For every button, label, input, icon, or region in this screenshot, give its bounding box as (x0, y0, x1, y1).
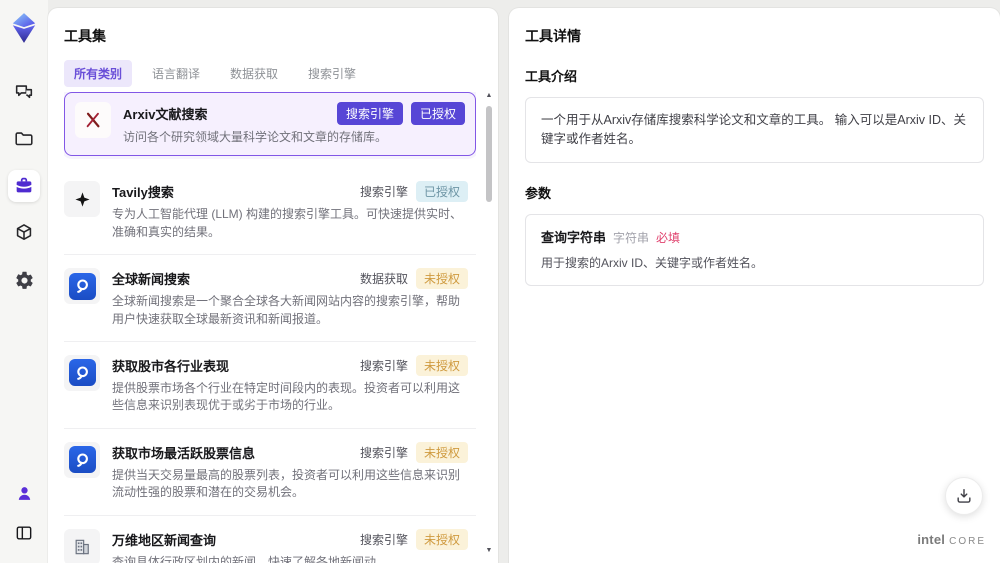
tool-auth-badge: 未授权 (415, 268, 468, 290)
tab-data-fetching[interactable]: 数据获取 (220, 60, 288, 87)
category-tabs: 所有类别 语言翻译 数据获取 搜索引擎 (64, 60, 482, 87)
tool-auth-badge: 已授权 (410, 102, 465, 125)
tool-title: Tavily搜索 (112, 185, 174, 201)
tool-list-item[interactable]: 全球新闻搜索 数据获取 未授权 全球新闻搜索是一个聚合全球各大新闻网站内容的搜索… (64, 255, 476, 342)
download-button[interactable] (945, 477, 983, 515)
tool-list-item[interactable]: 获取股市各行业表现 搜索引擎 未授权 提供股票市场各个行业在特定时间段内的表现。… (64, 341, 476, 429)
tool-description: 查询具体行政区划内的新闻，快速了解各地新闻动 (112, 554, 377, 563)
tool-list-item[interactable]: 万维地区新闻查询 搜索引擎 未授权 查询具体行政区划内的新闻，快速了解各地新闻动 (64, 515, 476, 563)
scrollbar-down-arrow-icon[interactable]: ▼ (484, 547, 494, 555)
arxiv-logo (75, 102, 111, 138)
param-description: 用于搜索的Arxiv ID、关键字或作者姓名。 (541, 256, 764, 270)
intel-core-logo: intel CORE (917, 532, 986, 547)
tab-search-engine[interactable]: 搜索引擎 (298, 60, 366, 87)
tool-auth-badge: 已授权 (415, 181, 468, 203)
tool-intro-heading: 工具介绍 (525, 69, 578, 84)
param-card: 查询字符串 字符串 必填 用于搜索的Arxiv ID、关键字或作者姓名。 (525, 213, 984, 286)
sidebar (0, 0, 48, 563)
tool-category-label: 搜索引擎 (359, 185, 408, 200)
tool-auth-badge: 未授权 (415, 441, 468, 463)
param-required-badge: 必填 (656, 230, 681, 245)
intel-wordmark: intel (917, 532, 946, 547)
tool-intro-text: 一个用于从Arxiv存储库搜索科学论文和文章的工具。 输入可以是Arxiv ID… (525, 97, 984, 163)
tool-category-label: 搜索引擎 (336, 102, 403, 125)
tool-list-item[interactable]: Tavily搜索 搜索引擎 已授权 专为人工智能代理 (LLM) 构建的搜索引擎… (64, 168, 476, 256)
list-scrollbar[interactable]: ▲ ▼ (484, 92, 494, 555)
tool-description: 全球新闻搜索是一个聚合全球各大新闻网站内容的搜索引擎，帮助用户快速获取全球最新资… (112, 294, 461, 326)
tool-title: 获取股市各行业表现 (112, 358, 230, 374)
tool-description: 专为人工智能代理 (LLM) 构建的搜索引擎工具。可快速提供实时、准确和真实的结… (112, 207, 463, 239)
collapse-panel-icon[interactable] (8, 517, 40, 549)
tool-detail-title: 工具详情 (525, 28, 581, 44)
news-app-logo (64, 354, 100, 391)
tab-all-categories[interactable]: 所有类别 (64, 60, 133, 87)
chat-icon[interactable] (8, 76, 40, 108)
package-icon[interactable] (8, 217, 40, 249)
tool-list-item[interactable]: 获取市场最活跃股票信息 搜索引擎 未授权 提供当天交易量最高的股票列表，投资者可… (64, 428, 476, 516)
tool-collection-title: 工具集 (64, 28, 106, 44)
tool-description: 提供当天交易量最高的股票列表，投资者可以利用这些信息来识别流动性强的股票和潜在的… (112, 467, 461, 500)
tool-category-label: 搜索引擎 (359, 445, 408, 460)
app-root: 工具集 所有类别 语言翻译 数据获取 搜索引擎 Arxiv文献搜索 搜索引擎 已… (0, 0, 1000, 563)
tool-auth-badge: 未授权 (415, 354, 468, 376)
tool-title: 获取市场最活跃股票信息 (112, 445, 256, 461)
param-type: 字符串 (613, 230, 650, 245)
toolbox-icon[interactable] (8, 170, 40, 202)
tool-title: 全球新闻搜索 (112, 272, 191, 288)
download-icon (957, 489, 971, 503)
user-avatar-icon[interactable] (8, 477, 40, 509)
param-name: 查询字符串 (541, 229, 607, 245)
tool-description: 访问各个研究领域大量科学论文和文章的存储库。 (123, 130, 388, 144)
tool-auth-badge: 未授权 (415, 528, 468, 550)
tool-list: Arxiv文献搜索 搜索引擎 已授权 访问各个研究领域大量科学论文和文章的存储库… (64, 92, 476, 563)
tool-title: 万维地区新闻查询 (112, 532, 217, 548)
tool-category-label: 搜索引擎 (359, 532, 408, 547)
news-app-logo (64, 268, 100, 305)
building-logo (64, 528, 100, 563)
app-logo-icon (8, 10, 40, 46)
tool-category-label: 搜索引擎 (359, 358, 408, 373)
news-app-logo (64, 441, 100, 478)
folder-icon[interactable] (8, 123, 40, 155)
scrollbar-thumb[interactable] (486, 106, 492, 202)
sidebar-bottom (8, 477, 40, 549)
tool-title: Arxiv文献搜索 (123, 107, 208, 122)
sidebar-nav (8, 76, 40, 296)
settings-gear-icon[interactable] (8, 264, 40, 296)
scrollbar-up-arrow-icon[interactable]: ▲ (484, 92, 494, 100)
tool-description: 提供股票市场各个行业在特定时间段内的表现。投资者可以利用这些信息来识别表现优于或… (112, 380, 461, 413)
tool-detail-panel: 工具详情 工具介绍 一个用于从Arxiv存储库搜索科学论文和文章的工具。 输入可… (509, 8, 1000, 563)
core-wordmark: CORE (949, 536, 986, 547)
tool-list-item[interactable]: Arxiv文献搜索 搜索引擎 已授权 访问各个研究领域大量科学论文和文章的存储库… (64, 92, 476, 157)
tool-collection-panel: 工具集 所有类别 语言翻译 数据获取 搜索引擎 Arxiv文献搜索 搜索引擎 已… (48, 8, 498, 563)
sparkle-logo (64, 181, 100, 218)
tab-language-translation[interactable]: 语言翻译 (142, 60, 210, 87)
tool-category-label: 数据获取 (359, 272, 408, 287)
params-heading: 参数 (525, 185, 552, 201)
